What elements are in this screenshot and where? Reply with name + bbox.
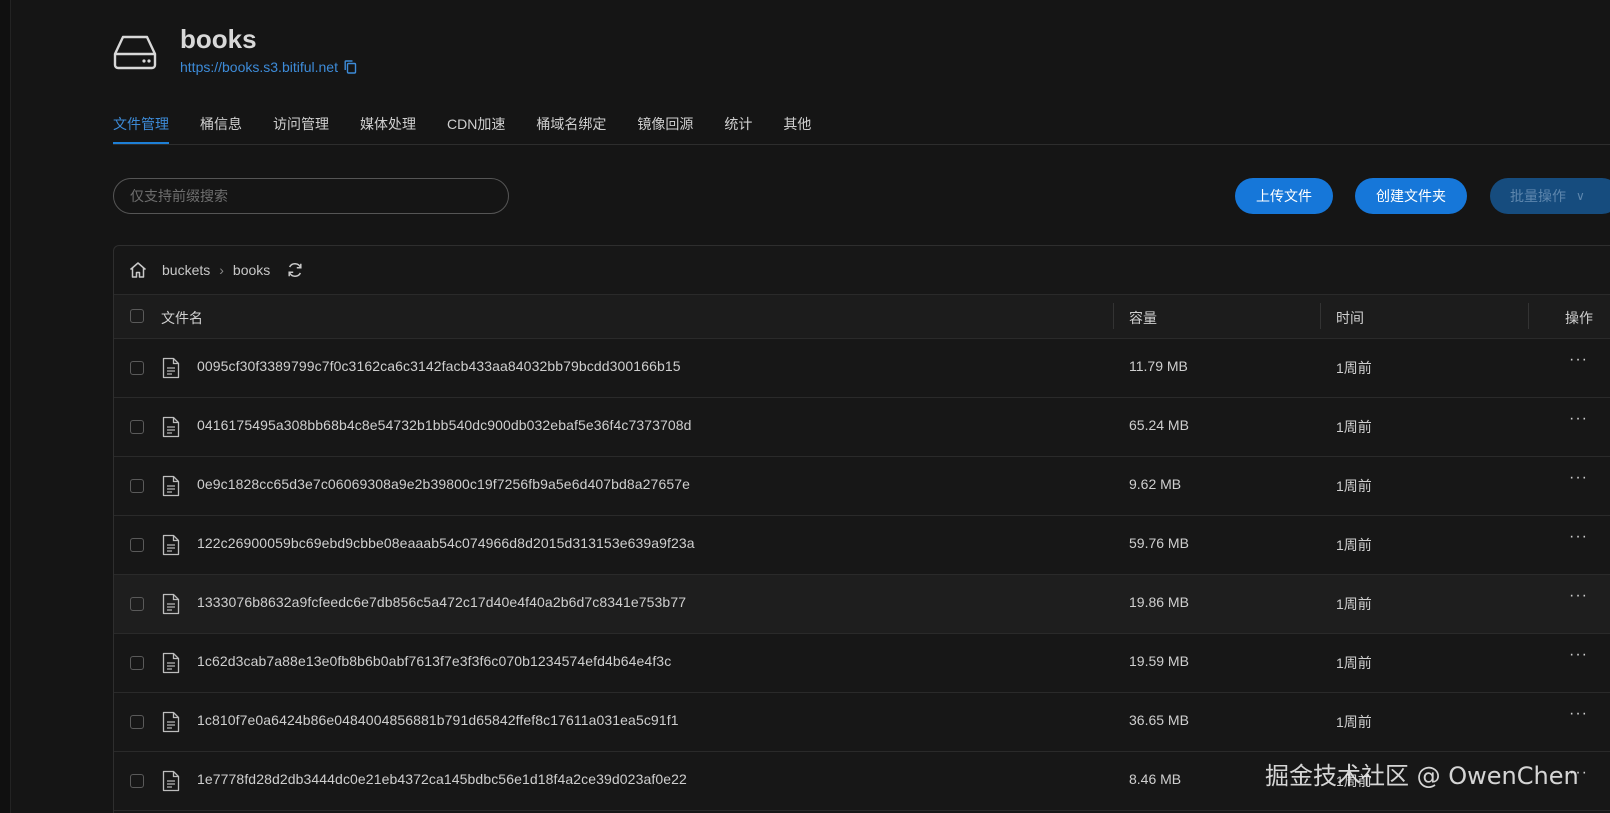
file-size: 19.59 MB	[1129, 653, 1189, 669]
file-size: 9.62 MB	[1129, 476, 1182, 492]
more-actions-icon[interactable]: ···	[1569, 705, 1588, 723]
breadcrumb-separator: ›	[219, 262, 224, 278]
tab-domain-binding[interactable]: 桶域名绑定	[536, 110, 606, 139]
breadcrumb-item-buckets[interactable]: buckets	[162, 262, 210, 278]
upload-file-button[interactable]: 上传文件	[1235, 178, 1333, 214]
breadcrumb-item-books[interactable]: books	[233, 262, 270, 278]
table-row[interactable]: 0416175495a308bb68b4c8e54732b1bb540dc900…	[114, 398, 1610, 457]
file-time: 1周前	[1336, 478, 1372, 494]
table-row[interactable]: 1333076b8632a9fcfeedc6e7db856c5a472c17d4…	[114, 575, 1610, 634]
row-checkbox[interactable]	[130, 774, 144, 788]
row-checkbox[interactable]	[130, 597, 144, 611]
bucket-url-link[interactable]: https://books.s3.bitiful.net	[180, 59, 338, 75]
batch-actions-button[interactable]: 批量操作 ∨	[1490, 178, 1610, 214]
file-icon	[162, 652, 180, 674]
table-row[interactable]: 1c810f7e0a6424b86e0484004856881b791d6584…	[114, 693, 1610, 752]
file-size: 8.46 MB	[1129, 771, 1182, 787]
more-actions-icon[interactable]: ···	[1569, 469, 1588, 487]
file-icon	[162, 534, 180, 556]
more-actions-icon[interactable]: ···	[1569, 528, 1588, 546]
file-table-panel: buckets › books 文件名 容量 时间 操作 0095cf30f33…	[113, 245, 1610, 813]
file-time: 1周前	[1336, 419, 1372, 435]
file-name[interactable]: 1333076b8632a9fcfeedc6e7db856c5a472c17d4…	[197, 594, 686, 610]
tab-file-management[interactable]: 文件管理	[113, 110, 169, 144]
file-icon	[162, 475, 180, 497]
breadcrumb: buckets › books	[114, 246, 1610, 295]
column-divider	[1528, 303, 1529, 329]
file-name[interactable]: 1c62d3cab7a88e13e0fb8b6b0abf7613f7e3f3f6…	[197, 653, 671, 669]
more-actions-icon[interactable]: ···	[1569, 351, 1588, 369]
row-checkbox[interactable]	[130, 656, 144, 670]
more-actions-icon[interactable]: ···	[1569, 646, 1588, 664]
home-icon[interactable]	[128, 260, 148, 280]
file-icon	[162, 416, 180, 438]
file-time: 1周前	[1336, 655, 1372, 671]
column-header-size[interactable]: 容量	[1129, 308, 1157, 328]
table-header: 文件名 容量 时间 操作	[114, 295, 1610, 339]
file-icon	[162, 593, 180, 615]
tab-bucket-info[interactable]: 桶信息	[200, 110, 242, 139]
hard-drive-icon	[113, 35, 157, 70]
file-name[interactable]: 122c26900059bc69ebd9cbbe08eaaab54c074966…	[197, 535, 695, 551]
search-input[interactable]	[113, 178, 509, 214]
select-all-checkbox[interactable]	[130, 309, 144, 323]
tab-statistics[interactable]: 统计	[724, 110, 752, 139]
chevron-down-icon: ∨	[1576, 189, 1585, 203]
file-icon	[162, 770, 180, 792]
tab-mirror-origin[interactable]: 镜像回源	[637, 110, 693, 139]
watermark: 掘金技术社区 @ OwenChen	[1265, 762, 1579, 790]
table-row[interactable]: 1c62d3cab7a88e13e0fb8b6b0abf7613f7e3f3f6…	[114, 634, 1610, 693]
copy-icon[interactable]	[344, 60, 357, 74]
row-checkbox[interactable]	[130, 361, 144, 375]
file-icon	[162, 357, 180, 379]
file-size: 36.65 MB	[1129, 712, 1189, 728]
file-size: 11.79 MB	[1129, 358, 1188, 374]
batch-actions-label: 批量操作	[1510, 188, 1566, 204]
column-divider	[1113, 303, 1114, 329]
file-size: 19.86 MB	[1129, 594, 1189, 610]
tab-other[interactable]: 其他	[783, 110, 811, 139]
row-checkbox[interactable]	[130, 420, 144, 434]
tab-bar: 文件管理 桶信息 访问管理 媒体处理 CDN加速 桶域名绑定 镜像回源 统计 其…	[113, 110, 1610, 145]
column-header-actions: 操作	[1565, 310, 1593, 326]
window-left-edge	[0, 0, 11, 813]
tab-media-processing[interactable]: 媒体处理	[360, 110, 416, 139]
table-row[interactable]: 0e9c1828cc65d3e7c06069308a9e2b39800c19f7…	[114, 457, 1610, 516]
file-name[interactable]: 0e9c1828cc65d3e7c06069308a9e2b39800c19f7…	[197, 476, 690, 492]
bucket-name: books	[180, 24, 257, 54]
column-header-name[interactable]: 文件名	[161, 308, 203, 328]
file-time: 1周前	[1336, 596, 1372, 612]
file-size: 65.24 MB	[1129, 417, 1189, 433]
more-actions-icon[interactable]: ···	[1569, 410, 1588, 428]
file-list: 0095cf30f3389799c7f0c3162ca6c3142facb433…	[114, 339, 1610, 811]
create-folder-button[interactable]: 创建文件夹	[1355, 178, 1467, 214]
tab-access-management[interactable]: 访问管理	[273, 110, 329, 139]
table-row[interactable]: 0095cf30f3389799c7f0c3162ca6c3142facb433…	[114, 339, 1610, 398]
file-name[interactable]: 1e7778fd28d2db3444dc0e21eb4372ca145bdbc5…	[197, 771, 687, 787]
file-name[interactable]: 0416175495a308bb68b4c8e54732b1bb540dc900…	[197, 417, 692, 433]
table-row[interactable]: 122c26900059bc69ebd9cbbe08eaaab54c074966…	[114, 516, 1610, 575]
column-header-time[interactable]: 时间	[1336, 308, 1364, 328]
file-name[interactable]: 1c810f7e0a6424b86e0484004856881b791d6584…	[197, 712, 679, 728]
more-actions-icon[interactable]: ···	[1569, 587, 1588, 605]
file-icon	[162, 711, 180, 733]
refresh-icon[interactable]	[286, 261, 304, 279]
column-divider	[1320, 303, 1321, 329]
file-time: 1周前	[1336, 714, 1372, 730]
tab-cdn[interactable]: CDN加速	[447, 110, 505, 139]
bucket-url-row: https://books.s3.bitiful.net	[180, 59, 357, 75]
row-checkbox[interactable]	[130, 538, 144, 552]
row-checkbox[interactable]	[130, 715, 144, 729]
row-checkbox[interactable]	[130, 479, 144, 493]
file-name[interactable]: 0095cf30f3389799c7f0c3162ca6c3142facb433…	[197, 358, 681, 374]
file-time: 1周前	[1336, 360, 1372, 376]
file-size: 59.76 MB	[1129, 535, 1189, 551]
file-time: 1周前	[1336, 537, 1372, 553]
